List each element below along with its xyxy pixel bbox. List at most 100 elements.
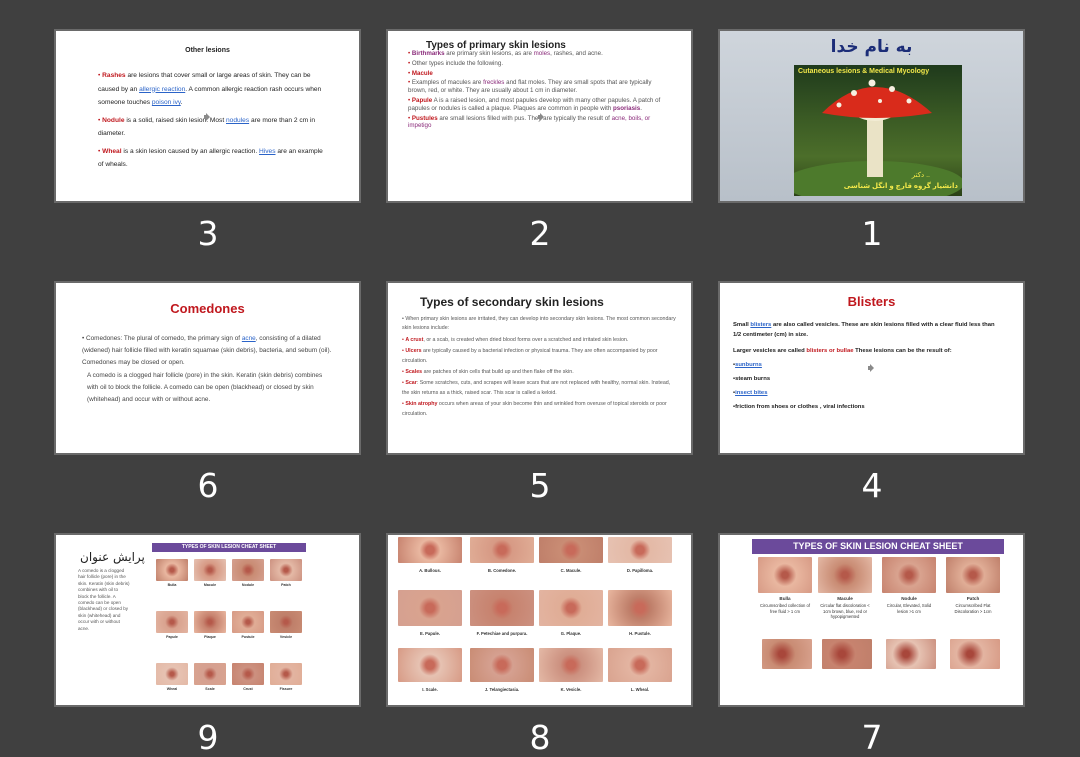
slide-6-title: Comedones [170,301,245,316]
slide-1-subtitle: Cutaneous lesions & Medical Mycology [798,68,930,75]
slide-5-thumbnail[interactable]: Types of secondary skin lesions • When p… [388,283,691,453]
lesion-photo [822,639,872,669]
slide-7-thumbnail[interactable]: TYPES OF SKIN LESION CHEAT SHEET Bulla Ci… [720,535,1023,705]
lesion-name: Bulla [167,583,177,587]
slide-5-item-ulcers: Ulcers are typically caused by a bacteri… [402,347,676,366]
lesion-description: Circular flat discoloration < 1cm brown,… [820,603,870,620]
slide-9-thumbnail[interactable]: پرایش عنوان A comedo is a clogged hair f… [56,535,359,705]
lesion-name: Nodule [241,583,255,587]
lesion-name: Crust [243,687,253,691]
slide-2-number: 2 [529,214,551,253]
lesion-caption: J. Telangiectasia. [484,687,520,692]
lesion-name: Macule [203,583,217,587]
slide-9-side-text: A comedo is a clogged hair follicle (por… [78,568,130,631]
slide-9-heading: پرایش عنوان [80,550,145,564]
slide-5-intro: • When primary skin lesions are irritate… [402,316,676,332]
lesion-name: Patch [966,596,980,601]
lesion-photo [156,663,188,685]
slide-2-body: Birthmarks are primary skin lesions, as … [408,50,670,134]
slide-6-thumbnail[interactable]: Comedones • Comedones: The plural of com… [56,283,359,453]
slide-5-title: Types of secondary skin lesions [420,295,604,309]
lesion-photo [398,648,462,682]
slide-1-photo: Cutaneous lesions & Medical Mycology دکت… [794,65,962,196]
speaker-icon [204,113,212,121]
slide-4-thumbnail[interactable]: Blisters Small blisters are also called … [720,283,1023,453]
speaker-icon [868,364,876,372]
lesion-photo [950,639,1000,669]
slide-8-thumbnail[interactable]: A. Bullous. B. Comedone. C. Macule. D. Papi… [388,535,691,705]
lesion-photo [470,648,534,682]
slide-1-affiliation: دانشیار گروه قارچ و انگل شناسی [843,183,958,190]
slide-9-cheatsheet-grid: Bulla Macule Nodule Patch Papule Plaque Pustul… [152,555,308,705]
slide-4-line-2: Larger vesicles are called blisters or b… [733,348,952,354]
speaker-icon [538,113,546,121]
lesion-caption: G. Plaque. [560,631,582,636]
lesion-photo [194,559,226,581]
lesion-photo [608,648,672,682]
lesion-photo [156,559,188,581]
slide-5-item-scar: Scar: Some scratches, cuts, and scrapes … [402,379,676,398]
slide-3-body: Rashes are lesions that cover small or l… [98,69,330,176]
slide-4-number: 4 [861,466,883,505]
slide-4-title: Blisters [847,294,896,309]
lesion-caption: D. Papilloma. [626,568,654,573]
slide-3-item-wheal: Wheal is a skin lesion caused by an alle… [98,145,330,172]
lesion-photo [398,537,462,563]
lesion-caption: B. Comedone. [487,568,517,573]
slide-5-item-crust: A crust, or a scab, is created when drie… [402,336,676,345]
lesion-caption: L. Wheal. [630,687,650,692]
lesion-photo [758,557,812,593]
slide-2-thumbnail[interactable]: Types of primary skin lesions Birthmarks… [388,31,691,201]
slide-3-thumbnail[interactable]: Other lesions Rashes are lesions that co… [56,31,359,201]
slide-6-paragraph-1: • Comedones: The plural of comedo, the p… [82,335,332,367]
lesion-caption: H. Pustule. [629,631,651,636]
lesion-name: Plaque [204,635,216,639]
lesion-caption: I. Scale. [422,687,438,692]
slide-3-number: 3 [197,214,219,253]
lesion-photo [539,537,603,563]
slide-3-title: Other lesions [185,47,230,54]
lesion-photo [270,663,302,685]
slide-2-item-papule: Papule A is a raised lesion, and most pa… [408,97,670,113]
slide-1-thumbnail[interactable]: به نام خدا Cutaneous lesions & Medical M… [720,31,1023,201]
lesion-photo [762,639,812,669]
lesion-description: Circular, Elevated, Solid lesion >1 cm [886,603,932,614]
lesion-photo [194,611,226,633]
lesion-name: Patch [281,583,291,587]
slide-1-title: به نام خدا [830,37,913,57]
lesion-name: Nodule [901,596,917,601]
lesion-photo [194,663,226,685]
slide-2-item-macule-head: Macule [408,70,670,78]
slide-2-item-birthmarks: Birthmarks are primary skin lesions, as … [408,50,670,58]
lesion-caption: A. Bullous. [419,568,441,573]
slide-8-photo-grid: A. Bullous. B. Comedone. C. Macule. D. Papi… [388,535,691,705]
lesion-caption: C. Macule. [560,568,582,573]
slide-3-item-rashes: Rashes are lesions that cover small or l… [98,69,330,110]
lesion-description: Circumscribed collection of free fluid >… [759,603,811,614]
slide-4-line-1: Small blisters are also called vesicles.… [733,322,995,338]
slide-9-number: 9 [197,718,219,757]
lesion-photo [539,590,603,626]
lesion-name: Fissure [279,687,293,691]
lesion-photo [156,611,188,633]
lesion-name: Macule [837,596,853,601]
slide-4-list-item: •insect bites [733,390,768,396]
lesion-photo [232,663,264,685]
lesion-photo [270,611,302,633]
lesion-photo [539,648,603,682]
slide-5-number: 5 [529,466,551,505]
lesion-photo [232,611,264,633]
lesion-photo [398,590,462,626]
lesion-name: Papule [166,635,178,639]
lesion-photo [886,639,936,669]
lesion-caption: K. Vesicle. [560,687,582,692]
lesion-photo [470,590,534,626]
slide-5-item-atrophy: Skin atrophy occurs when areas of your s… [402,400,676,419]
lesion-caption: F. Petechiae and purpura. [476,631,528,636]
lesion-photo [232,559,264,581]
lesion-name: Bulla [779,596,791,601]
lesion-name: Scale [205,687,215,691]
lesion-photo [882,557,936,593]
slide-5-item-scales: Scales are patches of skin cells that bu… [402,368,676,377]
slide-2-item-other: Other types include the following. [408,60,670,68]
